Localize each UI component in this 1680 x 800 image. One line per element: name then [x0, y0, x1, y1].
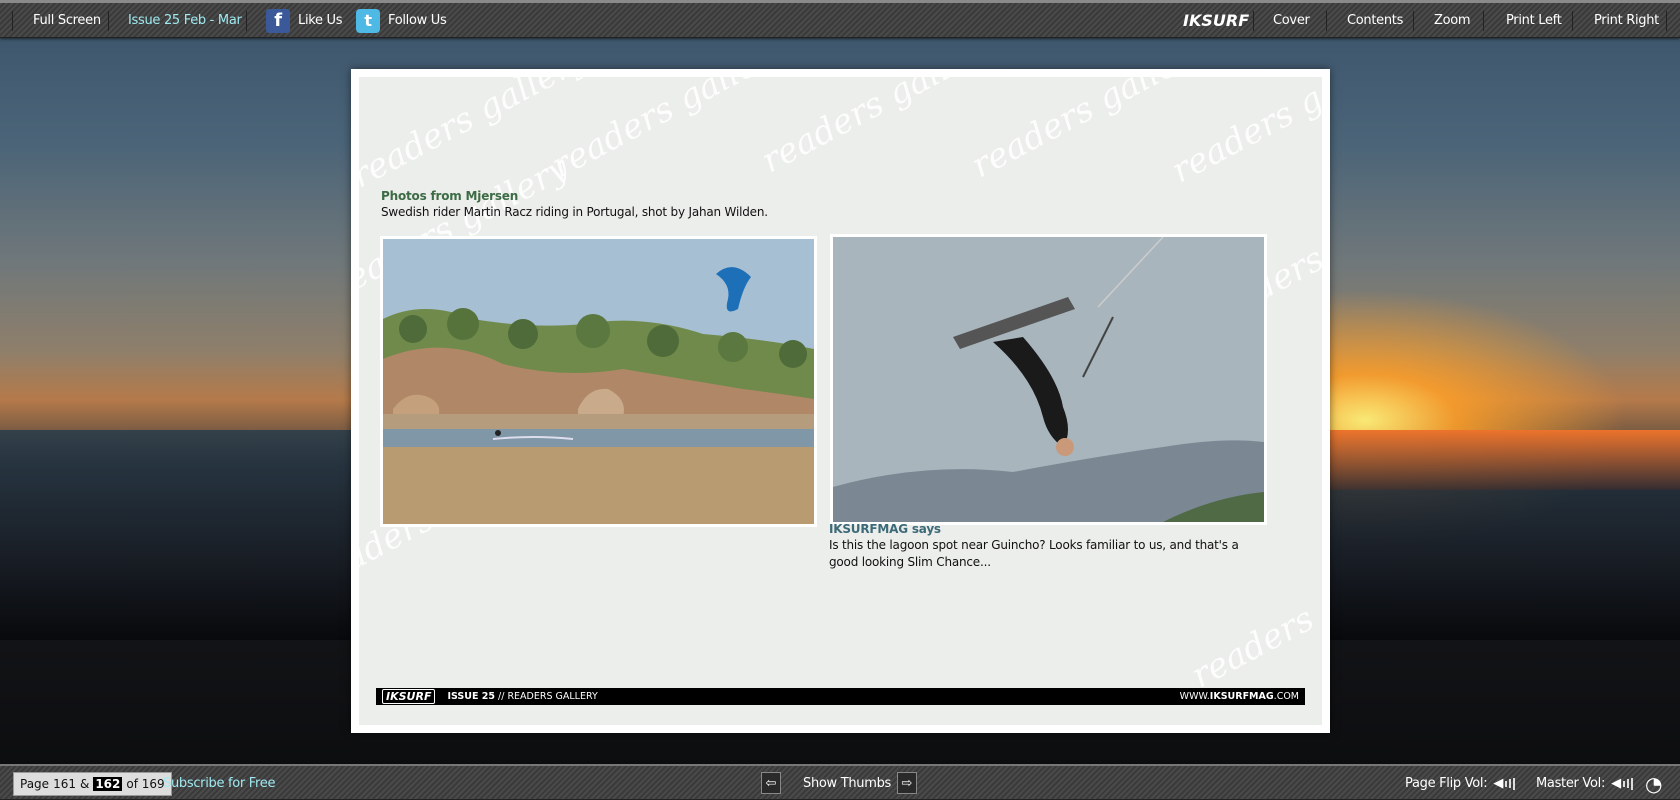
zoom-label: Zoom [1434, 13, 1471, 28]
top-toolbar: Full Screen Issue 25 Feb - Mar f Like Us… [0, 0, 1680, 38]
separator [1326, 11, 1327, 31]
zoom-button[interactable]: Zoom [1434, 3, 1471, 38]
previous-page-button[interactable]: ⇦ [761, 772, 781, 794]
contents-button[interactable]: Contents [1347, 3, 1403, 38]
page-label: Page [20, 777, 50, 791]
brand-label: IKSURF [1183, 11, 1250, 30]
separator [1253, 11, 1254, 31]
follow-us-label: Follow Us [388, 13, 447, 28]
footer-section: // READERS GALLERY [495, 691, 598, 702]
footer-logo: IKSURF [382, 689, 436, 704]
subscribe-label: Subscribe for Free [163, 776, 276, 791]
page-ampersand: & [79, 777, 90, 791]
follow-us-button[interactable]: t Follow Us [356, 3, 447, 38]
twitter-icon: t [356, 8, 380, 33]
separator [12, 11, 13, 31]
kite-lagoon-photo[interactable] [380, 236, 817, 527]
page-left-number: 161 [53, 777, 76, 791]
speaker-icon: ◀ [1493, 776, 1516, 791]
watermark-text: readers gallery [544, 77, 796, 187]
subscribe-link[interactable]: Subscribe for Free [163, 766, 276, 800]
print-left-label: Print Left [1506, 13, 1562, 28]
issue-label: Issue 25 Feb - Mar [128, 13, 242, 28]
sunset-reflection [1330, 430, 1680, 490]
print-right-label: Print Right [1594, 13, 1659, 28]
rider-inverted-image [833, 236, 1264, 522]
separator [1483, 11, 1484, 31]
separator [1572, 11, 1573, 31]
watermark-text: readers gallery [1164, 77, 1322, 192]
like-us-label: Like Us [298, 13, 343, 28]
footer-url-suffix: .COM [1273, 691, 1299, 702]
issue-link[interactable]: Issue 25 Feb - Mar [128, 3, 242, 38]
separator [108, 11, 109, 31]
page-right-number[interactable]: 162 [93, 777, 123, 791]
footer-url-prefix: WWW. [1179, 691, 1210, 702]
print-left-button[interactable]: Print Left [1506, 3, 1562, 38]
arrow-right-icon: ⇨ [901, 775, 913, 791]
master-vol-label: Master Vol: [1536, 776, 1606, 791]
watermark-text: readers gallery [754, 77, 1006, 182]
loading-icon: ◔ [1645, 771, 1663, 796]
show-thumbs-label: Show Thumbs [803, 776, 892, 791]
footer-issue: ISSUE 25 [447, 691, 495, 702]
separator [1413, 11, 1414, 31]
footer-url-domain: IKSURFMAG [1209, 691, 1274, 702]
page-total: of 169 [126, 777, 165, 791]
photos-title: Photos from Mjersen [381, 189, 519, 203]
magazine-spread[interactable]: readers gallery readers gallery readers … [351, 69, 1330, 733]
contents-label: Contents [1347, 13, 1404, 28]
rider-inverted-photo[interactable] [830, 234, 1267, 525]
like-us-button[interactable]: f Like Us [266, 3, 343, 38]
says-title: IKSURFMAG says [829, 522, 941, 536]
facebook-icon: f [266, 8, 290, 33]
print-right-button[interactable]: Print Right [1594, 3, 1659, 38]
kite-lagoon-image [383, 239, 814, 524]
show-thumbs-button[interactable]: Show Thumbs [803, 766, 891, 800]
full-screen-label: Full Screen [33, 13, 101, 28]
photos-caption: Swedish rider Martin Racz riding in Port… [381, 205, 768, 219]
speaker-icon: ◀ [1611, 776, 1633, 791]
separator [1666, 11, 1667, 31]
page-content: readers gallery readers gallery readers … [359, 77, 1322, 725]
footer-url: WWW.IKSURFMAG.COM [1180, 691, 1299, 702]
page-indicator[interactable]: Page 161 & 162 of 169 [13, 772, 172, 796]
page-flip-vol-label: Page Flip Vol: [1405, 776, 1488, 791]
bottom-toolbar: Page 161 & 162 of 169 Subscribe for Free… [0, 764, 1680, 800]
separator [246, 11, 247, 31]
cover-button[interactable]: Cover [1273, 3, 1310, 38]
cover-label: Cover [1273, 13, 1310, 28]
iksurf-logo[interactable]: IKSURF [1183, 3, 1249, 38]
page-footer: IKSURF ISSUE 25 // READERS GALLERY WWW.I… [376, 688, 1305, 705]
arrow-left-icon: ⇦ [765, 775, 777, 791]
master-volume[interactable]: Master Vol: ◀ [1536, 766, 1633, 800]
says-text: Is this the lagoon spot near Guincho? Lo… [829, 538, 1239, 569]
page-flip-volume[interactable]: Page Flip Vol: ◀ [1405, 766, 1516, 800]
next-page-button[interactable]: ⇨ [897, 772, 917, 794]
full-screen-button[interactable]: Full Screen [33, 3, 101, 38]
